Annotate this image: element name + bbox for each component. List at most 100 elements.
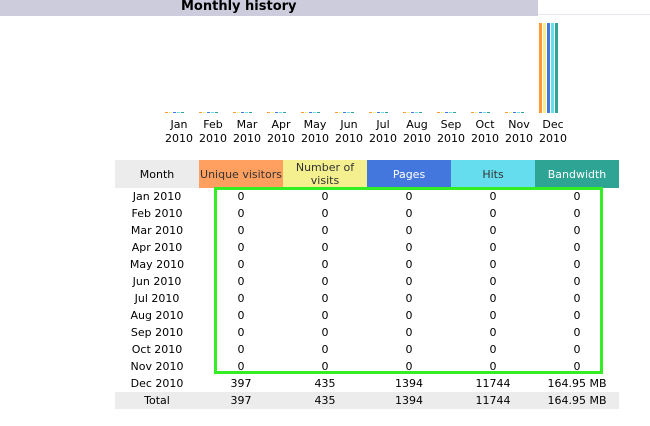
axis-year: 2010: [437, 132, 465, 145]
bar-unique-visitors-sep-2010: [437, 112, 440, 113]
bar-bandwidth-feb-2010: [215, 112, 218, 113]
monthly-history-table: Month Unique visitors Number of visits P…: [115, 160, 619, 409]
table-header-row: Month Unique visitors Number of visits P…: [115, 160, 619, 188]
axis-label-aug: Aug 2010: [400, 118, 434, 146]
cell-pages: 0: [405, 275, 413, 288]
bar-unique-visitors-jul-2010: [369, 112, 372, 113]
bar-number-of-visits-jun-2010: [339, 112, 342, 113]
bar-hits-may-2010: [313, 112, 316, 113]
bar-bandwidth-dec-2010: [555, 23, 558, 113]
axis-month: May: [303, 118, 327, 131]
bar-pages-may-2010: [309, 112, 312, 113]
bar-hits-sep-2010: [449, 112, 452, 113]
cell-unique-visitors: 0: [237, 207, 245, 220]
bar-hits-dec-2010: [551, 23, 554, 113]
bar-hits-feb-2010: [211, 112, 214, 113]
bar-bandwidth-mar-2010: [249, 112, 252, 113]
cell-number-of-visits: 0: [321, 258, 329, 271]
cell-bandwidth: 164.95 MB: [547, 377, 607, 390]
bar-bandwidth-jul-2010: [385, 112, 388, 113]
cell-hits: 0: [489, 224, 497, 237]
bar-hits-apr-2010: [279, 112, 282, 113]
bar-pages-jul-2010: [377, 112, 380, 113]
cell-bandwidth: 0: [573, 241, 581, 254]
cell-number-of-visits: 0: [321, 292, 329, 305]
bar-unique-visitors-dec-2010: [539, 23, 542, 113]
cell-unique-visitors: 0: [237, 190, 245, 203]
bar-number-of-visits-mar-2010: [237, 112, 240, 113]
table-row: Aug 2010 0 0 0 0 0: [115, 307, 619, 324]
bar-unique-visitors-jun-2010: [335, 112, 338, 113]
bar-number-of-visits-feb-2010: [203, 112, 206, 113]
cell-pages: 0: [405, 241, 413, 254]
axis-label-jul: Jul 2010: [366, 118, 400, 146]
bar-pages-oct-2010: [479, 112, 482, 113]
header-number-of-visits: Number of visits: [283, 160, 367, 188]
cell-unique-visitors: 0: [237, 292, 245, 305]
bar-pages-sep-2010: [445, 112, 448, 113]
cell-hits: 0: [489, 258, 497, 271]
bar-hits-jan-2010: [177, 112, 180, 113]
axis-label-apr: Apr 2010: [264, 118, 298, 146]
cell-number-of-visits: 0: [321, 343, 329, 356]
cell-hits: 0: [489, 292, 497, 305]
total-bandwidth: 164.95 MB: [535, 392, 619, 409]
header-hits: Hits: [451, 160, 535, 188]
axis-month: Mar: [236, 118, 258, 131]
cell-bandwidth: 0: [573, 190, 581, 203]
bar-hits-mar-2010: [245, 112, 248, 113]
axis-label-may: May 2010: [298, 118, 332, 146]
table-row: Dec 2010 397 435 1394 11744 164.95 MB: [115, 375, 619, 392]
cell-hits: 0: [489, 207, 497, 220]
bar-unique-visitors-jan-2010: [165, 112, 168, 113]
bar-hits-aug-2010: [415, 112, 418, 113]
cell-number-of-visits: 0: [321, 309, 329, 322]
cell-unique-visitors: 0: [237, 258, 245, 271]
table-row: Apr 2010 0 0 0 0 0: [115, 239, 619, 256]
table-row: Jan 2010 0 0 0 0 0: [115, 188, 619, 205]
cell-pages: 0: [405, 207, 413, 220]
axis-month: Apr: [271, 118, 291, 131]
total-pages: 1394: [367, 392, 451, 409]
header-unique-visitors: Unique visitors: [199, 160, 283, 188]
cell-month: May 2010: [129, 258, 185, 271]
cell-month: Sep 2010: [130, 326, 184, 339]
cell-hits: 0: [489, 326, 497, 339]
cell-month: Oct 2010: [131, 343, 183, 356]
cell-month: Aug 2010: [130, 309, 184, 322]
cell-month: Feb 2010: [131, 207, 183, 220]
bar-bandwidth-oct-2010: [487, 112, 490, 113]
total-number-of-visits: 435: [283, 392, 367, 409]
cell-hits: 0: [489, 241, 497, 254]
cell-pages: 0: [405, 258, 413, 271]
bar-pages-nov-2010: [513, 112, 516, 113]
cell-hits: 0: [489, 275, 497, 288]
axis-month: Dec: [542, 118, 564, 131]
cell-month: Jul 2010: [134, 292, 180, 305]
cell-pages: 0: [405, 190, 413, 203]
bar-number-of-visits-jan-2010: [169, 112, 172, 113]
cell-hits: 0: [489, 309, 497, 322]
axis-month: Feb: [203, 118, 223, 131]
bar-unique-visitors-may-2010: [301, 112, 304, 113]
cell-month: Dec 2010: [130, 377, 184, 390]
cell-pages: 0: [405, 360, 413, 373]
bar-unique-visitors-nov-2010: [505, 112, 508, 113]
bar-hits-jun-2010: [347, 112, 350, 113]
bar-pages-dec-2010: [547, 23, 550, 113]
cell-number-of-visits: 0: [321, 190, 329, 203]
bar-number-of-visits-sep-2010: [441, 112, 444, 113]
bar-unique-visitors-mar-2010: [233, 112, 236, 113]
cell-pages: 0: [405, 309, 413, 322]
bar-hits-jul-2010: [381, 112, 384, 113]
axis-year: 2010: [335, 132, 363, 145]
bar-bandwidth-jun-2010: [351, 112, 354, 113]
bar-hits-nov-2010: [517, 112, 520, 113]
table-row: Jul 2010 0 0 0 0 0: [115, 290, 619, 307]
bar-pages-feb-2010: [207, 112, 210, 113]
bar-pages-mar-2010: [241, 112, 244, 113]
bar-number-of-visits-apr-2010: [271, 112, 274, 113]
header-bandwidth: Bandwidth: [535, 160, 619, 188]
header-month: Month: [115, 160, 199, 188]
bar-bandwidth-sep-2010: [453, 112, 456, 113]
